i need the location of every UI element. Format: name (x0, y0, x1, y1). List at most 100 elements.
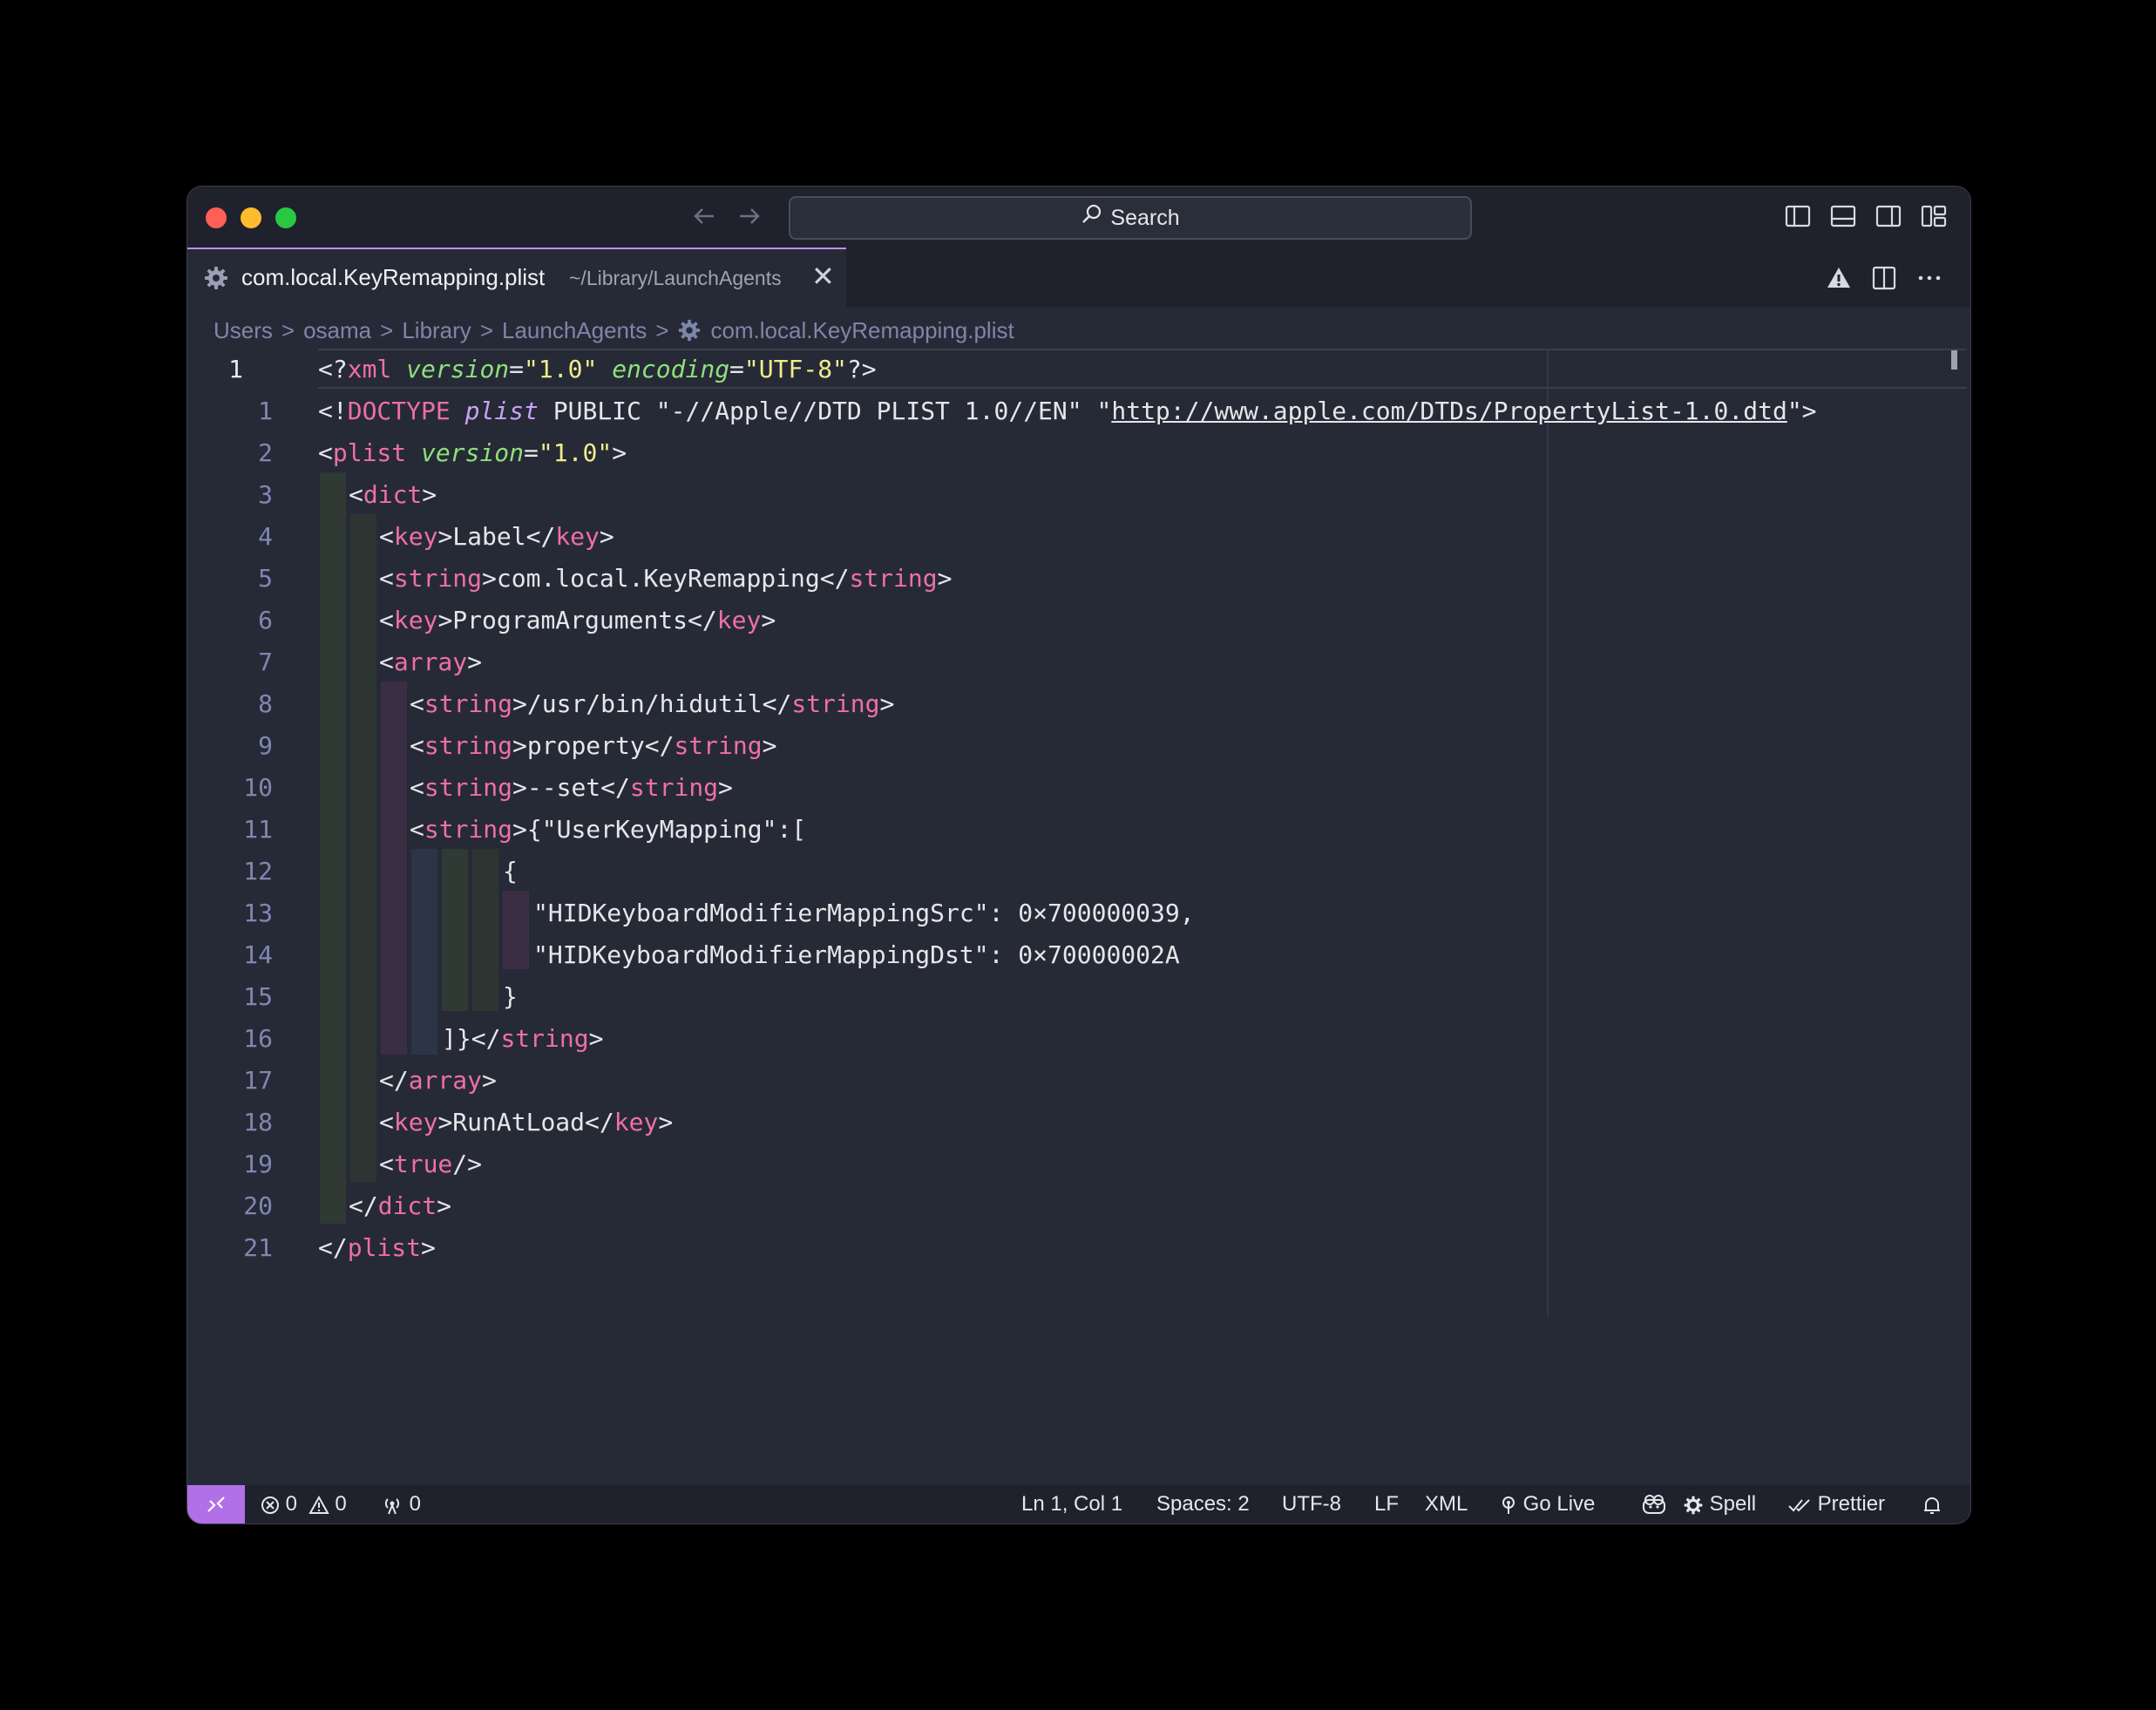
line-number: 7 (258, 648, 273, 676)
code-line: 13 "HIDKeyboardModifierMappingSrc": 0×70… (187, 892, 1970, 934)
tab-file-path: ~/Library/LaunchAgents (569, 267, 782, 289)
antenna-icon (1500, 1492, 1517, 1516)
code-editor[interactable]: 1 <?xml version="1.0" encoding="UTF-8"?>… (187, 349, 1970, 1316)
more-actions-icon[interactable] (1916, 265, 1942, 295)
error-icon (261, 1492, 280, 1516)
remote-indicator-button[interactable] (187, 1485, 245, 1523)
code-text: <string>{"UserKeyMapping":[ (410, 815, 807, 844)
code-text: </array> (379, 1066, 497, 1095)
forward-arrow-icon[interactable] (736, 199, 763, 241)
breadcrumb-item-file[interactable]: com.local.KeyRemapping.plist (710, 317, 1014, 344)
breadcrumb-file-gear-icon (677, 318, 702, 343)
code-line: 4 <key>Label</key> (187, 516, 1970, 558)
code-line: 2 <plist version="1.0"> (187, 432, 1970, 474)
line-number: 4 (258, 522, 273, 551)
code-line: 11 <string>{"UserKeyMapping":[ (187, 809, 1970, 851)
code-text: <array> (379, 648, 483, 676)
file-encoding[interactable]: UTF-8 (1282, 1485, 1341, 1523)
toggle-primary-sidebar-icon[interactable] (1785, 205, 1811, 227)
cursor-position[interactable]: Ln 1, Col 1 (1021, 1485, 1122, 1523)
code-text: <dict> (349, 480, 437, 509)
prettier-label: Prettier (1817, 1492, 1886, 1516)
line-number: 18 (243, 1108, 273, 1137)
double-check-icon (1787, 1492, 1812, 1516)
code-text: { (503, 857, 518, 886)
language-mode[interactable]: XML (1425, 1485, 1468, 1523)
breadcrumb-item-library[interactable]: Library (402, 317, 471, 344)
editor-window: Search com.local.KeyRemapping.plist ~/Li… (186, 186, 1971, 1524)
doctype-url-link[interactable]: http://www.apple.com/DTDs/PropertyList-1… (1111, 397, 1786, 425)
toggle-panel-icon[interactable] (1830, 205, 1856, 227)
minimize-window-button[interactable] (241, 207, 261, 228)
code-text: </plist> (318, 1233, 436, 1262)
broadcast-icon (381, 1492, 403, 1516)
status-bar: 0 0 0 Ln 1, Col 1 Spaces: 2 UTF-8 LF XML… (187, 1485, 1970, 1523)
close-window-button[interactable] (206, 207, 227, 228)
ports-indicator[interactable]: 0 (381, 1485, 421, 1523)
command-center-search[interactable]: Search (789, 196, 1472, 240)
line-number: 6 (258, 606, 273, 634)
breadcrumb-item-osama[interactable]: osama (303, 317, 371, 344)
customize-layout-icon[interactable] (1921, 205, 1947, 227)
gear-icon (203, 265, 229, 295)
code-text: <string>property</string> (410, 731, 777, 760)
split-editor-icon[interactable] (1871, 265, 1897, 295)
zoom-window-button[interactable] (275, 207, 296, 228)
copilot-icon[interactable] (1641, 1485, 1667, 1523)
triangle-warning-icon[interactable] (1826, 265, 1852, 295)
code-line: 20 </dict> (187, 1185, 1970, 1227)
line-number: 10 (243, 773, 273, 802)
go-live-label: Go Live (1522, 1492, 1596, 1516)
warning-count: 0 (335, 1492, 347, 1516)
code-text: ]}</string> (442, 1024, 604, 1053)
breadcrumb-separator: > (281, 316, 295, 343)
line-number: 5 (258, 564, 273, 593)
ports-count: 0 (409, 1492, 422, 1516)
breadcrumb-separator: > (380, 316, 394, 343)
breadcrumb-item-launchagents[interactable]: LaunchAgents (502, 317, 647, 344)
line-number: 13 (243, 899, 273, 927)
notifications-bell-icon[interactable] (1922, 1485, 1942, 1523)
line-number: 8 (258, 689, 273, 718)
line-number: 17 (243, 1066, 273, 1095)
go-live-button[interactable]: Go Live (1500, 1485, 1595, 1523)
editor-tab-bar: com.local.KeyRemapping.plist ~/Library/L… (187, 248, 1970, 307)
toggle-secondary-sidebar-icon[interactable] (1875, 205, 1902, 227)
code-line: 7 <array> (187, 641, 1970, 683)
line-number: 16 (243, 1024, 273, 1053)
code-text: <string>/usr/bin/hidutil</string> (410, 689, 895, 718)
line-number: 1 (258, 397, 273, 425)
breadcrumb-separator: > (479, 316, 493, 343)
line-number: 19 (243, 1150, 273, 1178)
code-text: <?xml version="1.0" encoding="UTF-8"?> (318, 355, 877, 383)
spell-label: Spell (1709, 1492, 1757, 1516)
line-number: 20 (243, 1191, 273, 1220)
code-line: 18 <key>RunAtLoad</key> (187, 1102, 1970, 1143)
code-line: 16 ]}</string> (187, 1018, 1970, 1060)
code-line: 3 <dict> (187, 474, 1970, 516)
breadcrumb-item-users[interactable]: Users (214, 317, 273, 344)
code-line: 5 <string>com.local.KeyRemapping</string… (187, 558, 1970, 600)
back-arrow-icon[interactable] (691, 199, 717, 241)
end-of-line[interactable]: LF (1374, 1485, 1399, 1523)
code-text: "HIDKeyboardModifierMappingSrc": 0×70000… (533, 899, 1195, 927)
search-label: Search (1110, 206, 1180, 230)
problems-indicator[interactable]: 0 0 (261, 1485, 347, 1523)
code-line: 17 </array> (187, 1060, 1970, 1102)
code-line: 1 <!DOCTYPE plist PUBLIC "-//Apple//DTD … (187, 390, 1970, 432)
error-count: 0 (285, 1492, 298, 1516)
warning-icon (308, 1492, 329, 1516)
code-line: 8 <string>/usr/bin/hidutil</string> (187, 683, 1970, 725)
prettier-button[interactable]: Prettier (1787, 1485, 1885, 1523)
tab-com-local-keyremapping-plist[interactable]: com.local.KeyRemapping.plist ~/Library/L… (187, 248, 846, 307)
line-number: 15 (243, 982, 273, 1011)
code-text: <plist version="1.0"> (318, 438, 627, 467)
spell-button[interactable]: Spell (1683, 1485, 1756, 1523)
code-text: <!DOCTYPE plist PUBLIC "-//Apple//DTD PL… (318, 397, 1817, 425)
tab-file-name: com.local.KeyRemapping.plist (241, 264, 546, 290)
indentation-setting[interactable]: Spaces: 2 (1156, 1485, 1250, 1523)
line-number: 14 (243, 940, 273, 969)
tab-close-icon[interactable]: ✕ (811, 260, 835, 293)
search-icon (1081, 199, 1103, 239)
line-number: 1 (228, 355, 243, 383)
